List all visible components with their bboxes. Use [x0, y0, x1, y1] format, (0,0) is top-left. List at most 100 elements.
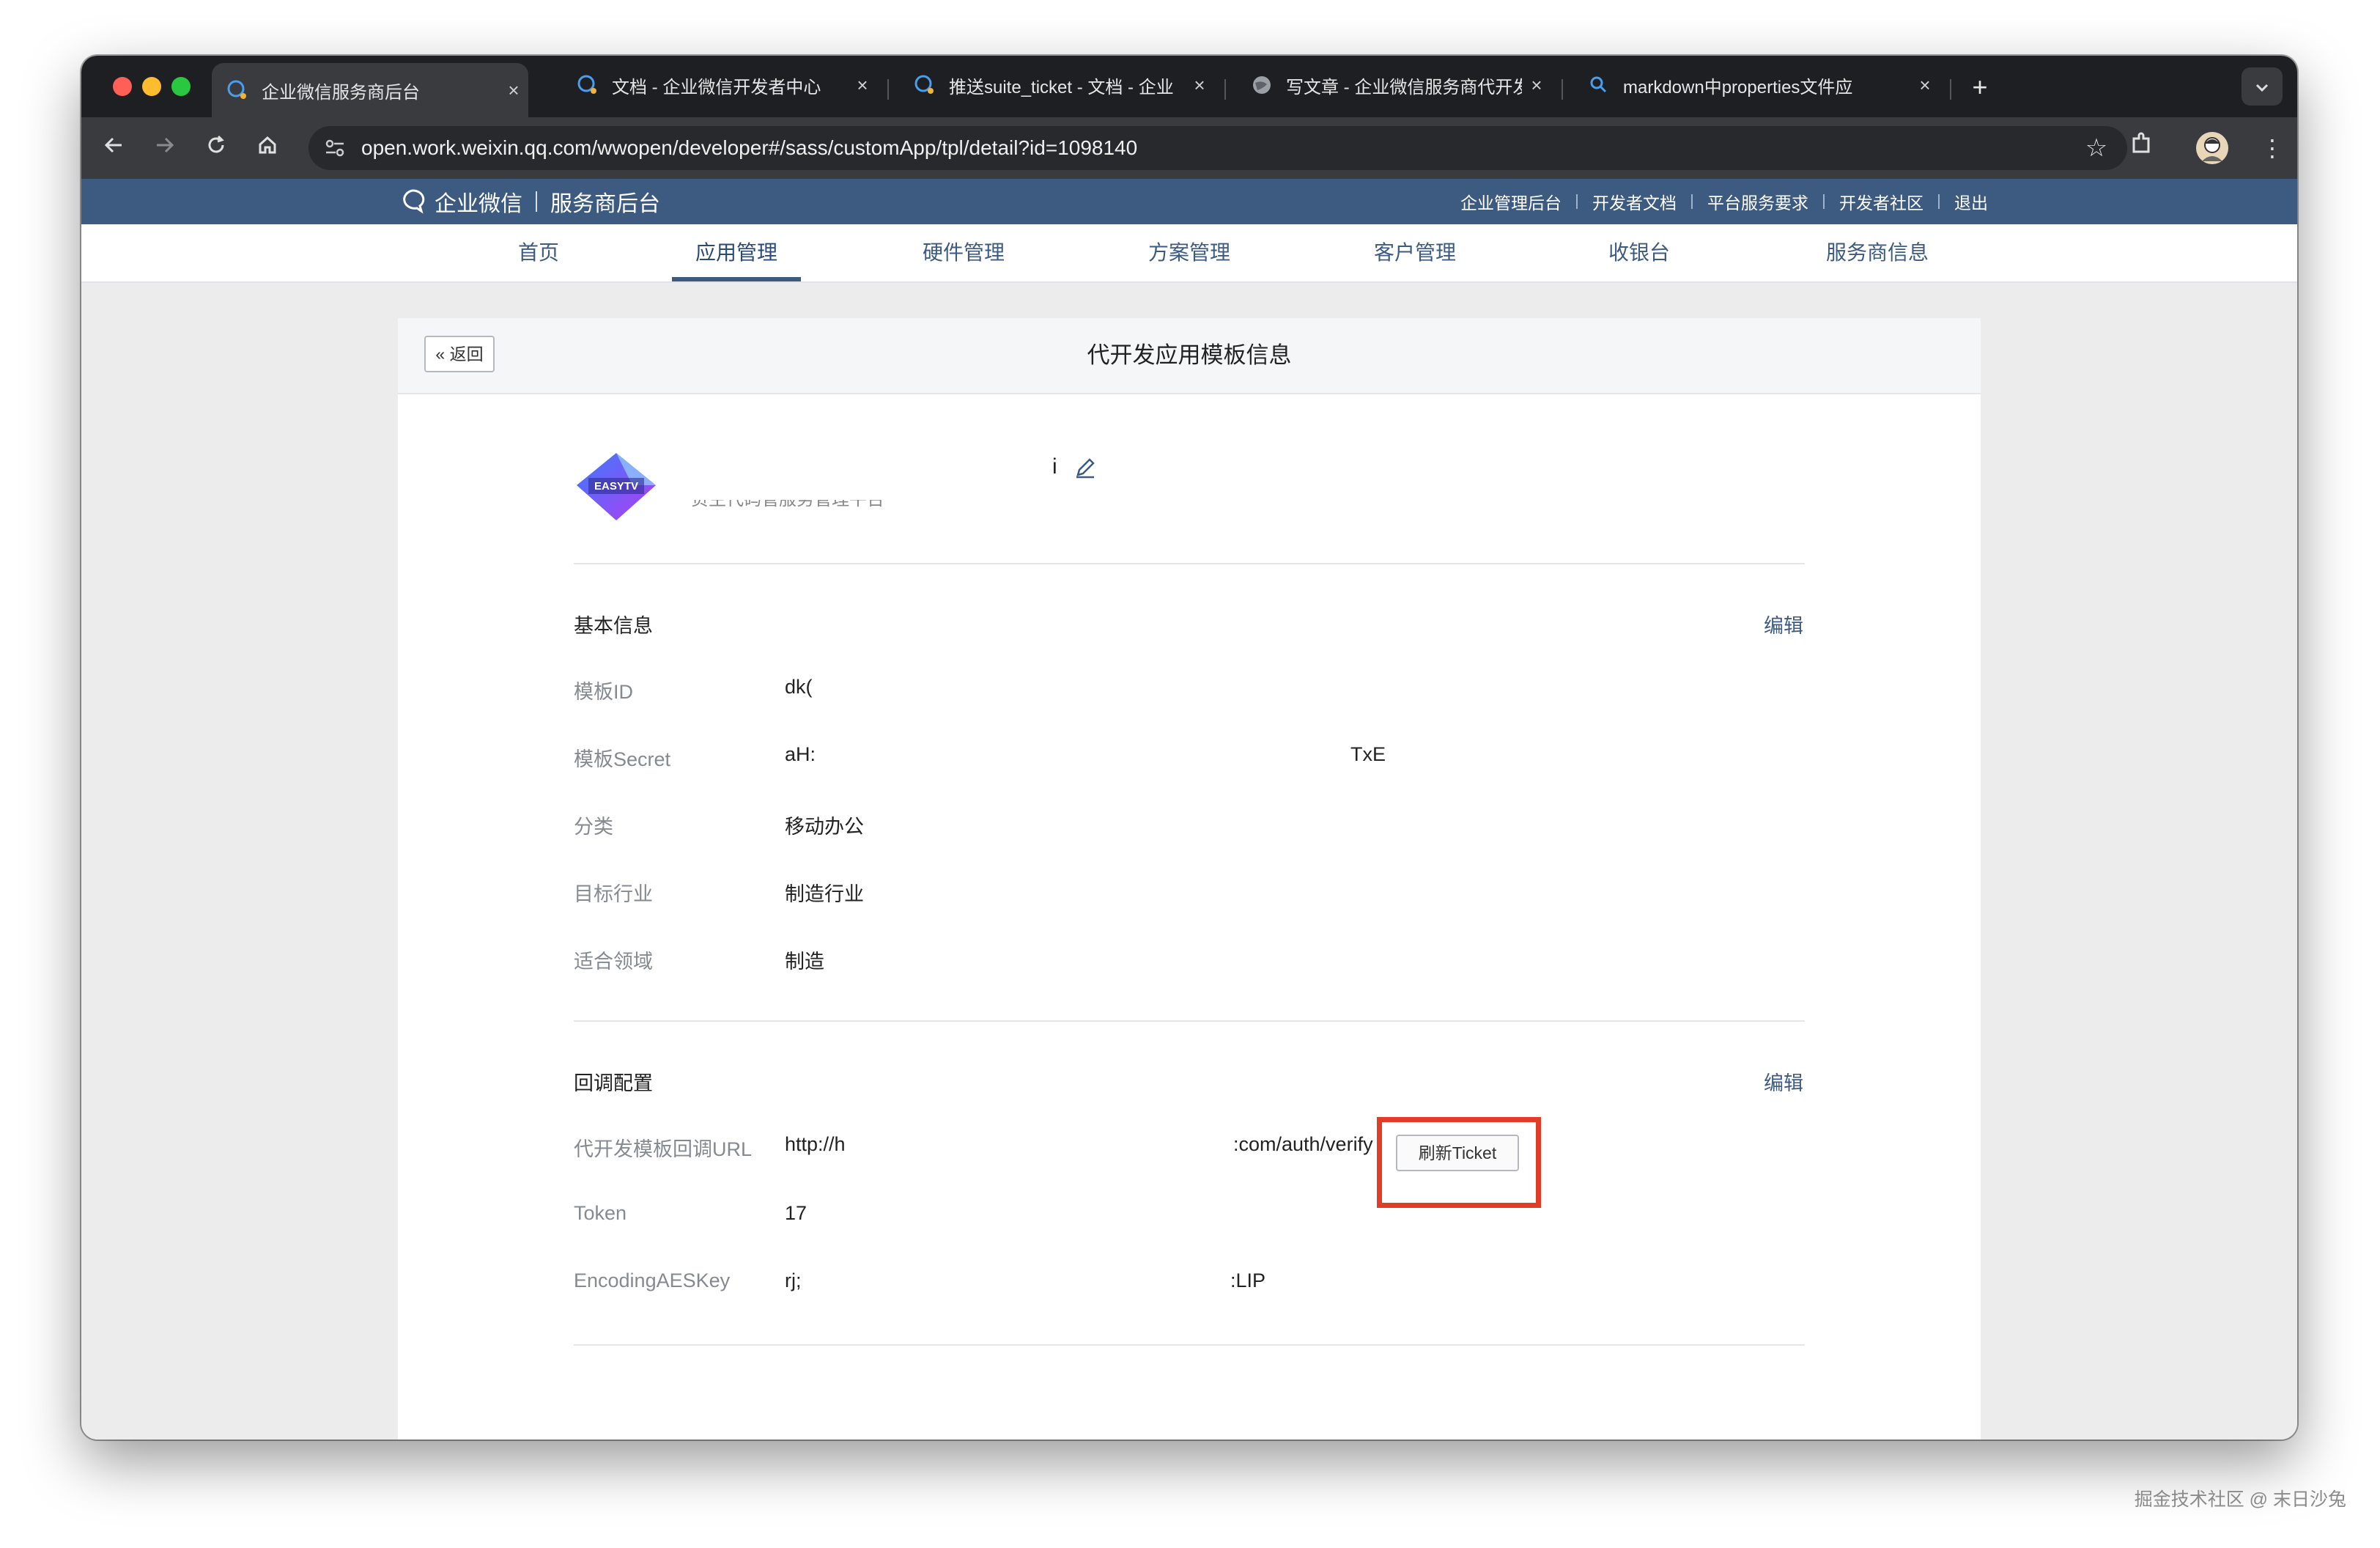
- basic-info-edit-link[interactable]: 编辑: [1764, 610, 1803, 638]
- tab-divider: [887, 79, 889, 100]
- top-link-docs[interactable]: 开发者文档: [1578, 189, 1691, 214]
- arrow-right-icon: [157, 137, 174, 153]
- tab-search-button[interactable]: [2242, 67, 2283, 106]
- address-bar[interactable]: open.work.weixin.qq.com/wwopen/developer…: [308, 126, 2127, 170]
- url-text: open.work.weixin.qq.com/wwopen/developer…: [361, 136, 1138, 159]
- site-top-bar: 企业微信 服务商后台 企业管理后台 开发者文档 平台服务要求 开发者社区 退出: [81, 179, 2297, 224]
- nav-home[interactable]: 首页: [487, 224, 590, 281]
- callback-url-value: http://h: [785, 1133, 846, 1155]
- browser-window: 企业微信服务商后台 × 文档 - 企业微信开发者中心 × 推送suite_tic…: [81, 56, 2297, 1440]
- browser-tab-5[interactable]: markdown中properties文件应 ×: [1573, 63, 1940, 107]
- nav-customers[interactable]: 客户管理: [1350, 224, 1479, 281]
- top-link-logout[interactable]: 退出: [1940, 189, 2003, 214]
- home-icon: [259, 136, 276, 154]
- site-brand[interactable]: 企业微信 服务商后台: [398, 179, 660, 224]
- app-logo-text: EASYTV: [594, 480, 638, 493]
- profile-avatar[interactable]: [2196, 132, 2228, 164]
- avatar-icon: [2202, 137, 2222, 161]
- brand-divider: [536, 191, 537, 212]
- wecom-icon: [227, 80, 246, 99]
- brand-suffix: 服务商后台: [550, 192, 660, 216]
- aes-key-tail: :LIP: [1230, 1269, 1266, 1291]
- tab-title: 推送suite_ticket - 文档 - 企业: [949, 77, 1174, 97]
- divider: [574, 563, 1805, 564]
- brand-name: 企业微信: [435, 192, 522, 216]
- token-label: Token: [574, 1202, 627, 1224]
- top-link-community[interactable]: 开发者社区: [1825, 189, 1938, 214]
- template-secret-tail: TxE: [1350, 743, 1386, 765]
- close-tab-icon[interactable]: ×: [848, 74, 877, 97]
- nav-solutions[interactable]: 方案管理: [1125, 224, 1254, 281]
- nav-cashier[interactable]: 收银台: [1588, 224, 1690, 281]
- divider: [574, 1344, 1805, 1346]
- template-detail-card: 代开发应用模板信息 « 返回 EASYTV i 负主代码管服务管理平台 基本信息…: [398, 318, 1981, 1440]
- close-tab-icon[interactable]: ×: [1522, 74, 1551, 97]
- domain-value: 制造: [785, 951, 824, 973]
- template-secret-label: 模板Secret: [574, 748, 671, 770]
- close-tab-icon[interactable]: ×: [1910, 74, 1940, 97]
- forward-button[interactable]: [149, 132, 181, 164]
- web-page: 企业微信 服务商后台 企业管理后台 开发者文档 平台服务要求 开发者社区 退出 …: [81, 179, 2297, 1440]
- watermark: 掘金技术社区 @ 末日沙兔: [2134, 1489, 2346, 1510]
- browser-tab-3[interactable]: 推送suite_ticket - 文档 - 企业 ×: [899, 63, 1214, 107]
- back-link-button[interactable]: « 返回: [424, 336, 495, 372]
- target-industry-label: 目标行业: [574, 883, 653, 905]
- browser-tab-1[interactable]: 企业微信服务商后台 ×: [212, 63, 528, 117]
- target-industry-value: 制造行业: [785, 883, 864, 905]
- reload-icon: [208, 135, 224, 153]
- tab-title: markdown中properties文件应: [1623, 77, 1853, 97]
- app-logo: EASYTV: [577, 453, 656, 520]
- callback-config-edit-link[interactable]: 编辑: [1764, 1067, 1803, 1096]
- nav-hardware[interactable]: 硬件管理: [899, 224, 1028, 281]
- tab-divider: [1950, 79, 1951, 100]
- browser-menu-button[interactable]: ⋮: [2255, 130, 2290, 166]
- top-links: 企业管理后台 开发者文档 平台服务要求 开发者社区 退出: [1446, 179, 2003, 224]
- tab-title: 文档 - 企业微信开发者中心: [612, 77, 821, 97]
- close-window-button[interactable]: [113, 77, 132, 96]
- close-tab-icon[interactable]: ×: [1185, 74, 1214, 97]
- category-label: 分类: [574, 816, 613, 838]
- template-id-value: dk(: [785, 676, 813, 698]
- app-name: i: [1052, 454, 1057, 479]
- refresh-ticket-button[interactable]: 刷新Ticket: [1396, 1135, 1519, 1171]
- card-header: 代开发应用模板信息 « 返回: [398, 318, 1981, 394]
- close-tab-icon[interactable]: ×: [499, 79, 528, 102]
- nav-provider-info[interactable]: 服务商信息: [1800, 224, 1954, 281]
- chevron-down-icon: [2255, 84, 2269, 92]
- bookmark-star-icon[interactable]: ☆: [2082, 133, 2111, 163]
- token-value: 17: [785, 1202, 808, 1224]
- zoom-window-button[interactable]: [171, 77, 191, 96]
- domain-label: 适合领域: [574, 951, 653, 973]
- home-button[interactable]: [251, 132, 284, 164]
- tab-title: 写文章 - 企业微信服务商代开发: [1286, 77, 1522, 97]
- divider: [574, 1020, 1805, 1022]
- nav-app-management[interactable]: 应用管理: [672, 224, 801, 281]
- wecom-icon: [577, 75, 596, 94]
- browser-tab-4[interactable]: 写文章 - 企业微信服务商代开发 ×: [1236, 63, 1551, 107]
- top-link-admin[interactable]: 企业管理后台: [1446, 189, 1576, 214]
- browser-toolbar: open.work.weixin.qq.com/wwopen/developer…: [81, 117, 2297, 179]
- edit-pencil-icon[interactable]: [1073, 456, 1097, 479]
- callback-url-label: 代开发模板回调URL: [574, 1138, 753, 1160]
- basic-info-title: 基本信息: [574, 615, 653, 637]
- template-id-label: 模板ID: [574, 681, 633, 703]
- search-icon: [1590, 76, 1607, 93]
- top-link-requirements[interactable]: 平台服务要求: [1693, 189, 1823, 214]
- main-nav: 首页 应用管理 硬件管理 方案管理 客户管理 收银台 服务商信息: [81, 224, 2297, 283]
- reload-button[interactable]: [200, 132, 232, 164]
- callback-config-title: 回调配置: [574, 1072, 653, 1094]
- template-secret-value: aH:: [785, 743, 816, 765]
- minimize-window-button[interactable]: [142, 77, 161, 96]
- site-settings-icon[interactable]: [323, 136, 347, 160]
- new-tab-button[interactable]: +: [1963, 70, 1997, 104]
- back-button[interactable]: [97, 132, 130, 164]
- tab-divider: [1562, 79, 1563, 100]
- browser-tab-2[interactable]: 文档 - 企业微信开发者中心 ×: [562, 63, 877, 107]
- app-description: 负主代码管服务管理平台: [691, 500, 884, 513]
- aes-key-value: rj;: [785, 1269, 802, 1291]
- wecom-logo-icon: [403, 189, 425, 214]
- category-value: 移动办公: [785, 816, 864, 838]
- tab-strip: 企业微信服务商后台 × 文档 - 企业微信开发者中心 × 推送suite_tic…: [81, 56, 2297, 117]
- tab-divider: [1224, 79, 1226, 100]
- extensions-button[interactable]: [2124, 130, 2159, 166]
